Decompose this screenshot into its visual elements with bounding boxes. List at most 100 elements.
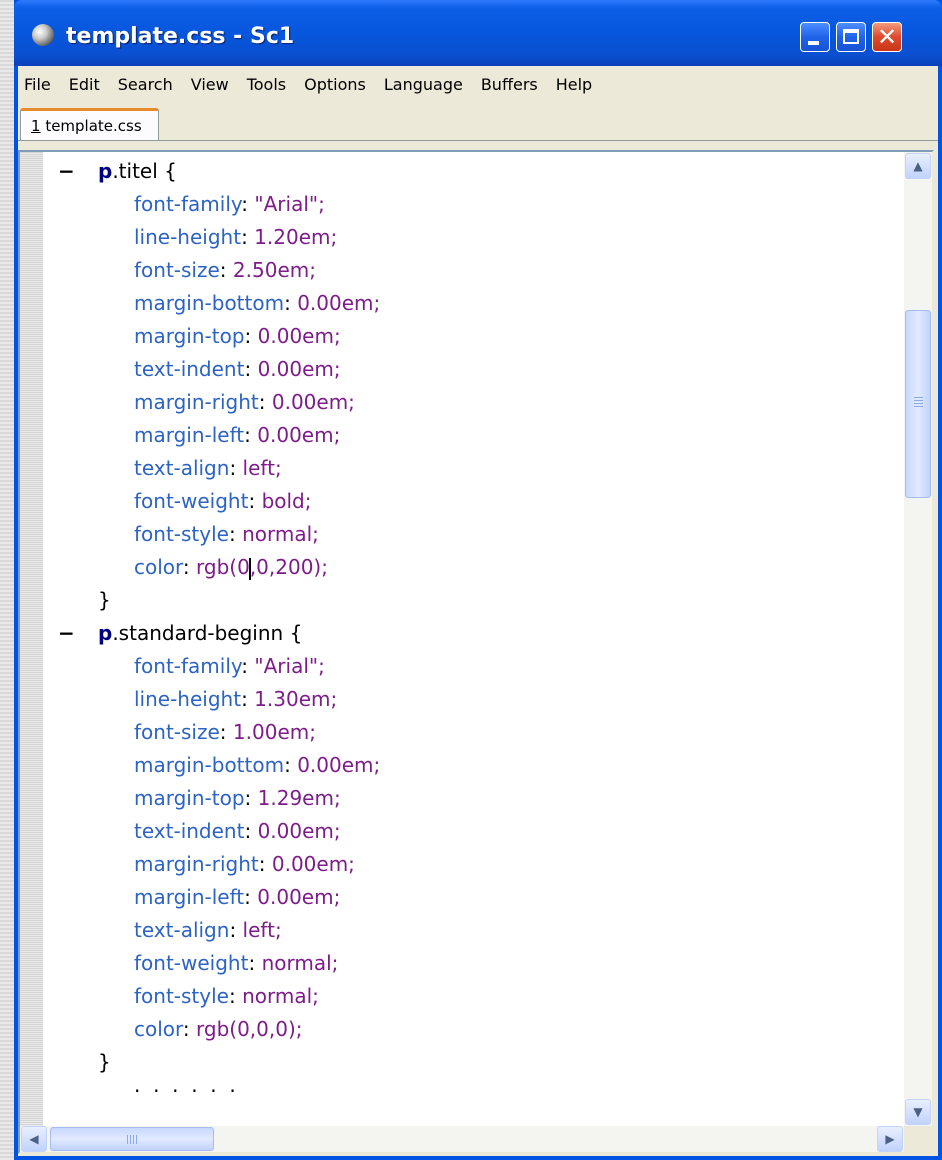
code-line: margin-top: 0.00em; bbox=[44, 320, 902, 353]
css-declaration: text-align: left; bbox=[134, 456, 282, 480]
code-line: text-align: left; bbox=[44, 914, 902, 947]
property-name: margin-bottom bbox=[134, 291, 285, 315]
vertical-scrollbar[interactable]: ▲ ▼ bbox=[904, 152, 932, 1126]
title-bar[interactable]: template.css - Sc1 ✕ bbox=[14, 0, 942, 66]
code-line: font-family: "Arial"; bbox=[44, 650, 902, 683]
property-name: font-weight bbox=[134, 951, 249, 975]
css-declaration: font-style: normal; bbox=[134, 522, 319, 546]
css-declaration: text-indent: 0.00em; bbox=[134, 357, 341, 381]
property-value: 1.29em; bbox=[257, 786, 341, 810]
property-name: text-indent bbox=[134, 819, 245, 843]
menu-bar: File Edit Search View Tools Options Lang… bbox=[18, 66, 938, 104]
grip-icon bbox=[914, 397, 923, 407]
scroll-left-arrow-icon[interactable]: ◀ bbox=[21, 1126, 47, 1152]
css-declaration: margin-right: 0.00em; bbox=[134, 390, 355, 414]
vertical-scroll-thumb[interactable] bbox=[905, 310, 931, 498]
property-value-before-caret: rgb(0 bbox=[196, 555, 250, 579]
scroll-right-arrow-icon[interactable]: ▶ bbox=[877, 1126, 903, 1152]
css-declaration: margin-right: 0.00em; bbox=[134, 852, 355, 876]
property-name: margin-top bbox=[134, 324, 245, 348]
menu-options[interactable]: Options bbox=[295, 66, 375, 104]
css-declaration: margin-left: 0.00em; bbox=[134, 885, 341, 909]
css-declaration: line-height: 1.30em; bbox=[134, 687, 338, 711]
css-declaration: color: rgb(0,0,200); bbox=[134, 555, 328, 580]
window-title: template.css - Sc1 bbox=[66, 24, 295, 49]
property-name: margin-bottom bbox=[134, 753, 285, 777]
menu-edit[interactable]: Edit bbox=[60, 66, 109, 104]
property-name: font-weight bbox=[134, 489, 249, 513]
tab-index: 1 bbox=[31, 117, 41, 135]
property-name: font-family bbox=[134, 654, 242, 678]
css-declaration: margin-bottom: 0.00em; bbox=[134, 291, 381, 315]
property-value: 0.00em; bbox=[257, 357, 341, 381]
code-line: font-style: normal; bbox=[44, 980, 902, 1013]
css-declaration: font-weight: normal; bbox=[134, 951, 339, 975]
scroll-down-arrow-icon[interactable]: ▼ bbox=[905, 1099, 931, 1125]
code-line: font-size: 1.00em; bbox=[44, 716, 902, 749]
property-name: margin-right bbox=[134, 390, 259, 414]
menu-file[interactable]: File bbox=[18, 66, 60, 104]
property-name: margin-top bbox=[134, 786, 245, 810]
property-value: normal; bbox=[242, 984, 319, 1008]
css-declaration: margin-bottom: 0.00em; bbox=[134, 753, 381, 777]
css-declaration: line-height: 1.20em; bbox=[134, 225, 338, 249]
menu-help[interactable]: Help bbox=[547, 66, 601, 104]
css-declaration: color: rgb(0,0,0); bbox=[134, 1017, 303, 1041]
scite-app-icon[interactable] bbox=[32, 24, 54, 46]
property-value: "Arial"; bbox=[254, 192, 325, 216]
property-name: margin-left bbox=[134, 885, 245, 909]
menu-tools[interactable]: Tools bbox=[238, 66, 295, 104]
code-text[interactable]: − p.titel { font-family: "Arial"; line-h… bbox=[44, 155, 902, 1126]
minimize-button[interactable] bbox=[800, 22, 830, 52]
property-value: 0.00em; bbox=[257, 819, 341, 843]
maximize-icon bbox=[843, 29, 859, 44]
code-line: font-family: "Arial"; bbox=[44, 188, 902, 221]
code-line: margin-left: 0.00em; bbox=[44, 419, 902, 452]
horizontal-scrollbar[interactable]: ◀ ▶ bbox=[20, 1126, 904, 1152]
code-line: − p.titel { bbox=[44, 155, 902, 188]
code-line: margin-left: 0.00em; bbox=[44, 881, 902, 914]
close-button[interactable]: ✕ bbox=[872, 22, 902, 52]
code-line: . . . . . . bbox=[44, 1073, 902, 1112]
property-value: 0.00em; bbox=[271, 390, 355, 414]
selector-tag: p bbox=[98, 159, 113, 183]
code-line: line-height: 1.30em; bbox=[44, 683, 902, 716]
closing-brace: } bbox=[98, 1050, 111, 1074]
grip-icon bbox=[127, 1135, 137, 1144]
css-declaration: font-family: "Arial"; bbox=[134, 654, 325, 678]
property-value: 0.00em; bbox=[257, 885, 341, 909]
menu-view[interactable]: View bbox=[182, 66, 238, 104]
code-line: margin-right: 0.00em; bbox=[44, 848, 902, 881]
scroll-up-arrow-icon[interactable]: ▲ bbox=[905, 153, 931, 179]
css-selector: p.titel { bbox=[98, 155, 177, 188]
property-value: 1.00em; bbox=[232, 720, 316, 744]
fold-toggle-icon[interactable]: − bbox=[58, 155, 75, 188]
menu-language[interactable]: Language bbox=[375, 66, 472, 104]
menu-buffers[interactable]: Buffers bbox=[472, 66, 547, 104]
tab-template-css[interactable]: 1 template.css bbox=[20, 108, 159, 140]
horizontal-scroll-thumb[interactable] bbox=[50, 1127, 214, 1151]
property-value: 0.00em; bbox=[271, 852, 355, 876]
selector-class: .titel { bbox=[112, 159, 177, 183]
property-value: normal; bbox=[242, 522, 319, 546]
property-name: font-size bbox=[134, 258, 220, 282]
css-declaration: text-align: left; bbox=[134, 918, 282, 942]
property-name: font-style bbox=[134, 522, 229, 546]
fold-toggle-icon[interactable]: − bbox=[58, 617, 75, 650]
maximize-button[interactable] bbox=[836, 22, 866, 52]
code-line: color: rgb(0,0,200); bbox=[44, 551, 902, 584]
code-line: margin-bottom: 0.00em; bbox=[44, 749, 902, 782]
property-value: 0.00em; bbox=[257, 324, 341, 348]
property-value: "Arial"; bbox=[254, 654, 325, 678]
fold-margin[interactable] bbox=[20, 152, 43, 1126]
property-name: color bbox=[134, 555, 183, 579]
code-editor[interactable]: − p.titel { font-family: "Arial"; line-h… bbox=[18, 150, 934, 1154]
menu-search[interactable]: Search bbox=[109, 66, 182, 104]
css-declaration: font-family: "Arial"; bbox=[134, 192, 325, 216]
property-value: normal; bbox=[261, 951, 339, 975]
code-line: text-indent: 0.00em; bbox=[44, 815, 902, 848]
property-value: bold; bbox=[261, 489, 312, 513]
code-line: font-weight: bold; bbox=[44, 485, 902, 518]
property-name: line-height bbox=[134, 687, 242, 711]
code-line: font-style: normal; bbox=[44, 518, 902, 551]
